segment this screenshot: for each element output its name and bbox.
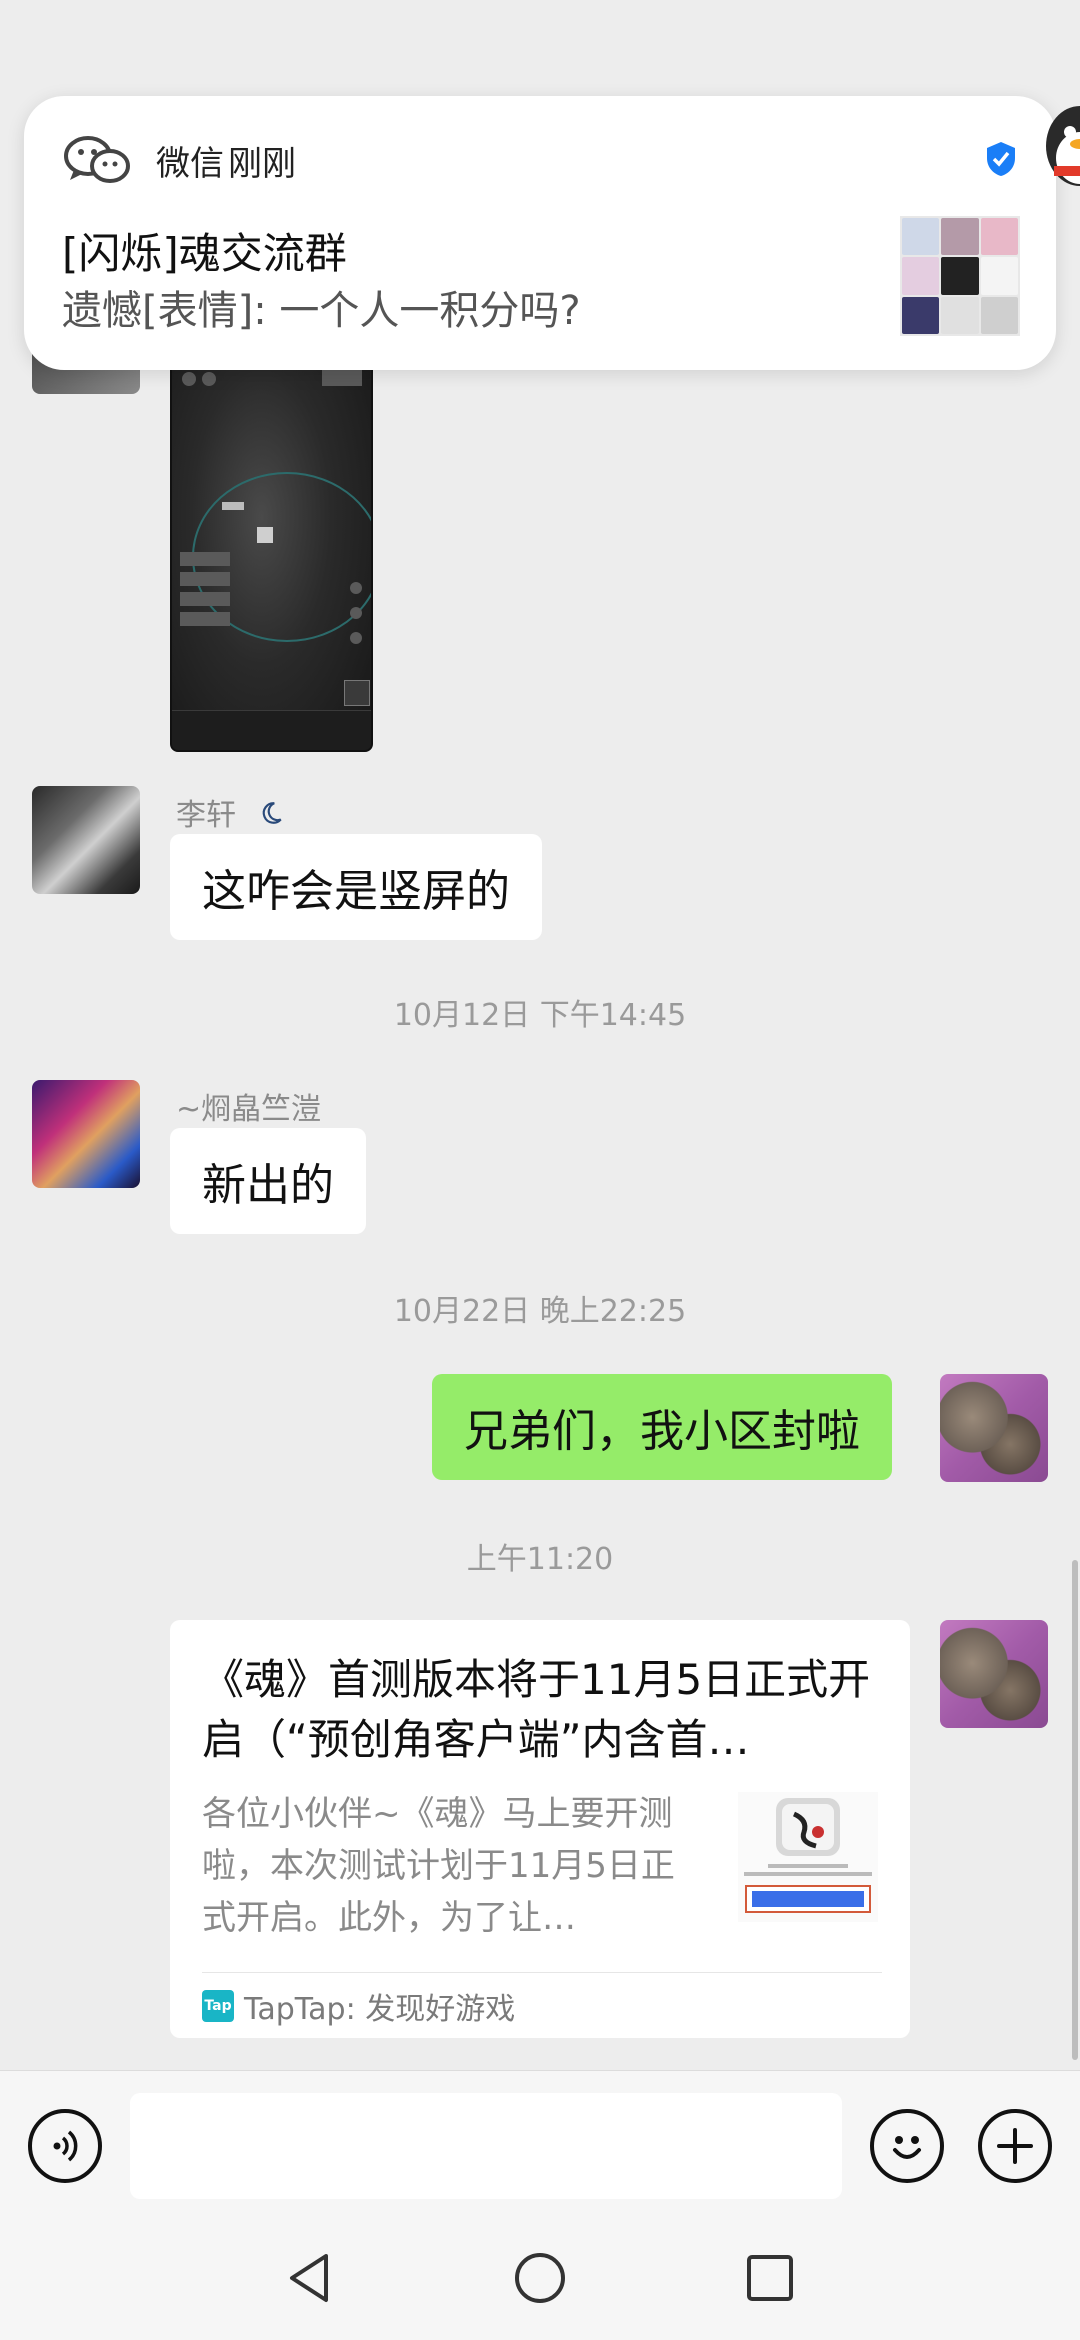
recents-button[interactable] [742,2250,798,2310]
home-circle-icon [515,2253,565,2303]
outgoing-message-bubble[interactable]: 兄弟们，我小区封啦 [432,1374,892,1480]
image-message[interactable] [170,360,373,752]
notification-app-name: 微信 [156,144,224,184]
verified-shield-icon [984,140,1018,182]
system-navigation-bar [0,2210,1080,2340]
divider [202,1972,882,1973]
message-bubble[interactable]: 新出的 [170,1128,366,1234]
sender-avatar[interactable] [32,1080,140,1188]
taptap-icon: Tap [202,1990,234,2022]
recents-square-icon [747,2255,793,2301]
wechat-icon [62,132,134,192]
plus-icon [997,2128,1033,2164]
floating-qq-icon[interactable] [1040,96,1080,206]
my-avatar[interactable] [940,1620,1048,1728]
sender-name: 李轩 [176,790,284,834]
link-card-title: 《魂》首测版本将于11月5日正式开启（“预创角客户端”内含首… [202,1655,871,1764]
notification-banner[interactable]: 微信 刚刚 [闪烁]魂交流群 遗憾[表情]: 一个人一积分吗? [24,96,1056,370]
link-card-source: Tap TapTap: 发现好游戏 [202,1986,515,2027]
back-triangle-icon [290,2254,328,2302]
moon-icon [258,799,284,834]
notification-message: 遗憾[表情]: 一个人一积分吗? [62,288,581,334]
my-avatar[interactable] [940,1374,1048,1482]
link-card[interactable]: 《魂》首测版本将于11月5日正式开启（“预创角客户端”内含首… 各位小伙伴~《魂… [170,1620,910,2038]
input-bar [0,2070,1080,2210]
voice-button[interactable] [28,2109,102,2183]
link-card-description: 各位小伙伴~《魂》马上要开测啦，本次测试计划于11月5日正式开启。此外，为了让… [202,1794,675,1938]
message-text: 新出的 [202,1160,334,1211]
scrollbar[interactable] [1072,1560,1078,2060]
group-avatar [900,216,1020,336]
timestamp: 上午11:20 [466,1542,614,1577]
message-input[interactable] [130,2093,842,2199]
timestamp: 10月22日 晚上22:25 [393,1294,687,1329]
message-bubble[interactable]: 这咋会是竖屏的 [170,834,542,940]
notification-time: 刚刚 [228,144,296,184]
back-button[interactable] [282,2250,338,2310]
home-button[interactable] [512,2250,568,2310]
message-text: 兄弟们，我小区封啦 [464,1406,860,1457]
link-card-thumbnail [738,1792,878,1922]
message-text: 这咋会是竖屏的 [202,866,510,917]
timestamp: 10月12日 下午14:45 [393,998,687,1033]
plus-button[interactable] [978,2109,1052,2183]
notification-title: [闪烁]魂交流群 [62,229,347,278]
sender-avatar[interactable] [32,786,140,894]
sender-name: ~烱皛竺溰 [176,1092,322,1127]
emoji-icon [893,2136,921,2159]
voice-icon [53,2130,78,2162]
emoji-button[interactable] [870,2109,944,2183]
